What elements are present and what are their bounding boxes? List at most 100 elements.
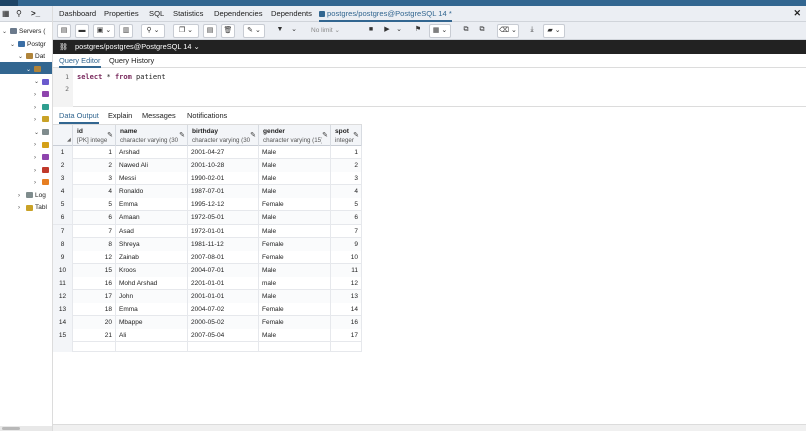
cell-birthday[interactable]: 2001-04-27 <box>188 146 259 159</box>
tree-node[interactable]: ⌄ Servers ( <box>2 26 45 38</box>
commit-icon[interactable]: ⧉ <box>459 24 473 38</box>
cell-spot[interactable]: 2 <box>331 159 362 173</box>
download-icon[interactable]: ⤓ <box>525 24 539 38</box>
cell-spot[interactable]: 13 <box>331 290 362 304</box>
cell-birthday[interactable]: 2004-07-01 <box>188 263 259 277</box>
sql-code-line[interactable]: select * from patient <box>77 73 166 81</box>
tab-properties[interactable]: Properties <box>104 6 139 22</box>
find-icon[interactable]: ⚲ ⌄ <box>141 24 165 38</box>
cell-spot[interactable]: 1 <box>331 146 362 159</box>
cell-id[interactable]: 1 <box>73 146 116 159</box>
table-row[interactable]: 12 17 John 2001-01-01 Male 13 <box>53 290 362 304</box>
cell-gender[interactable]: Male <box>259 290 331 304</box>
tree-node[interactable]: › <box>34 89 51 101</box>
cell-id[interactable]: 12 <box>73 250 116 264</box>
cell-name[interactable]: John <box>116 290 188 304</box>
cell-spot[interactable]: 4 <box>331 185 362 199</box>
edit-pencil-icon[interactable]: ✎ <box>179 131 185 139</box>
chevron-down-icon[interactable]: ⌄ <box>26 64 34 76</box>
table-row[interactable]: 7 7 Asad 1972-01-01 Male 7 <box>53 224 362 238</box>
cell-gender[interactable]: Male <box>259 185 331 199</box>
chevron-right-icon[interactable]: › <box>34 177 42 189</box>
cell-birthday[interactable]: 2000-05-02 <box>188 316 259 330</box>
edit-pencil-icon[interactable]: ✎ <box>322 131 328 139</box>
chevron-down-icon[interactable]: ⌄ <box>10 39 18 51</box>
delete-icon[interactable]: 🗑 <box>221 24 235 38</box>
column-header-gender[interactable]: gender character varying (15) ✎ <box>259 125 331 147</box>
edit-pencil-icon[interactable]: ✎ <box>250 131 256 139</box>
cell-birthday[interactable]: 2001-01-01 <box>188 290 259 304</box>
cell-name[interactable]: Emma <box>116 198 188 212</box>
tree-node[interactable]: › <box>34 139 51 151</box>
cell-birthday[interactable]: 2004-07-02 <box>188 303 259 317</box>
tree-node[interactable]: › <box>34 177 51 189</box>
cell-gender[interactable]: Male <box>259 211 331 225</box>
stop-icon[interactable]: ■ <box>365 24 377 38</box>
cell-birthday[interactable]: 2007-08-01 <box>188 250 259 264</box>
table-row[interactable]: 4 4 Ronaldo 1987-07-01 Male 4 <box>53 185 362 199</box>
cell-gender[interactable]: Female <box>259 303 331 317</box>
tree-node[interactable]: ⌄ <box>26 64 43 76</box>
cell-spot[interactable]: 10 <box>331 250 362 264</box>
tree-node[interactable]: › <box>34 102 51 114</box>
table-row[interactable]: 1 1 Arshad 2001-04-27 Male 1 <box>53 146 362 160</box>
cell-spot[interactable]: 6 <box>331 211 362 225</box>
tree-node[interactable]: › Tabl <box>18 202 47 214</box>
table-row[interactable]: 5 5 Emma 1995-12-12 Female 5 <box>53 198 362 212</box>
grid-icon[interactable]: ▦ <box>2 9 10 18</box>
folder-icon[interactable]: ▬ <box>75 24 89 38</box>
search-icon[interactable]: ⚲ <box>16 9 22 18</box>
cell-gender[interactable]: Male <box>259 224 331 238</box>
column-header-id[interactable]: id [PK] integer ✎ <box>73 125 116 147</box>
tree-node[interactable]: ⌄ Postgr <box>10 39 46 51</box>
cell-birthday[interactable]: 1987-07-01 <box>188 185 259 199</box>
table-row[interactable]: 13 18 Emma 2004-07-02 Female 14 <box>53 303 362 317</box>
tab-dependents[interactable]: Dependents <box>271 6 312 22</box>
table-row[interactable]: 6 6 Amaan 1972-05-01 Male 6 <box>53 211 362 225</box>
cell-gender[interactable]: Male <box>259 159 331 173</box>
cell-spot[interactable]: 14 <box>331 303 362 317</box>
cell-name[interactable]: Zainab <box>116 250 188 264</box>
row-limit-select[interactable]: No limit ⌄ <box>311 25 359 37</box>
cell-gender[interactable]: male <box>259 276 331 290</box>
tab-query-tool[interactable]: postgres/postgres@PostgreSQL 14 * <box>319 6 452 22</box>
column-header-birthday[interactable]: birthday character varying (30) ✎ <box>188 125 259 147</box>
chevron-right-icon[interactable]: › <box>18 202 26 214</box>
cell-gender[interactable]: Female <box>259 198 331 212</box>
tab-sql[interactable]: SQL <box>149 6 164 22</box>
tab-messages[interactable]: Messages <box>142 111 176 120</box>
chevron-right-icon[interactable]: › <box>18 190 26 202</box>
paste-icon[interactable]: ▤ <box>203 24 217 38</box>
copy-rows-icon[interactable]: ❐ ⌄ <box>173 24 199 38</box>
chevron-right-icon[interactable]: › <box>34 152 42 164</box>
cell-gender[interactable]: Male <box>259 146 331 159</box>
chevron-right-icon[interactable]: › <box>34 139 42 151</box>
clear-icon[interactable]: ⌫ ⌄ <box>497 24 519 38</box>
cell-id[interactable]: 20 <box>73 316 116 330</box>
table-row[interactable]: 10 15 Kroos 2004-07-01 Male 11 <box>53 263 362 277</box>
edit-icon[interactable]: ✎ ⌄ <box>243 24 265 38</box>
chevron-right-icon[interactable]: › <box>34 102 42 114</box>
execute-dropdown-icon[interactable]: ⌄ <box>395 24 403 38</box>
table-row[interactable]: 15 21 Ali 2007-05-04 Male 17 <box>53 329 362 343</box>
tab-dashboard[interactable]: Dashboard <box>59 6 96 22</box>
horizontal-scrollbar[interactable] <box>53 424 806 431</box>
cell-spot[interactable]: 17 <box>331 329 362 343</box>
cell-id[interactable]: 3 <box>73 172 116 186</box>
tab-notifications[interactable]: Notifications <box>187 111 227 120</box>
column-header-name[interactable]: name character varying (30) ✎ <box>116 125 188 147</box>
column-header-spot[interactable]: spot integer ✎ <box>331 125 362 147</box>
tree-node[interactable]: › <box>34 152 51 164</box>
tree-node[interactable]: › Log <box>18 190 46 202</box>
tree-scrollbar[interactable] <box>0 426 52 431</box>
cell-id[interactable]: 4 <box>73 185 116 199</box>
cell-spot[interactable]: 5 <box>331 198 362 212</box>
cell-name[interactable]: Arshad <box>116 146 188 159</box>
filter-icon[interactable]: ▼ <box>273 24 287 38</box>
cell-name[interactable]: Amaan <box>116 211 188 225</box>
cell-gender[interactable]: Female <box>259 316 331 330</box>
tree-node[interactable]: ⌄ Dat <box>18 51 45 63</box>
sql-editor[interactable]: 1 2 select * from patient <box>53 68 806 107</box>
cell-gender[interactable]: Male <box>259 172 331 186</box>
cell-gender[interactable]: Female <box>259 250 331 264</box>
